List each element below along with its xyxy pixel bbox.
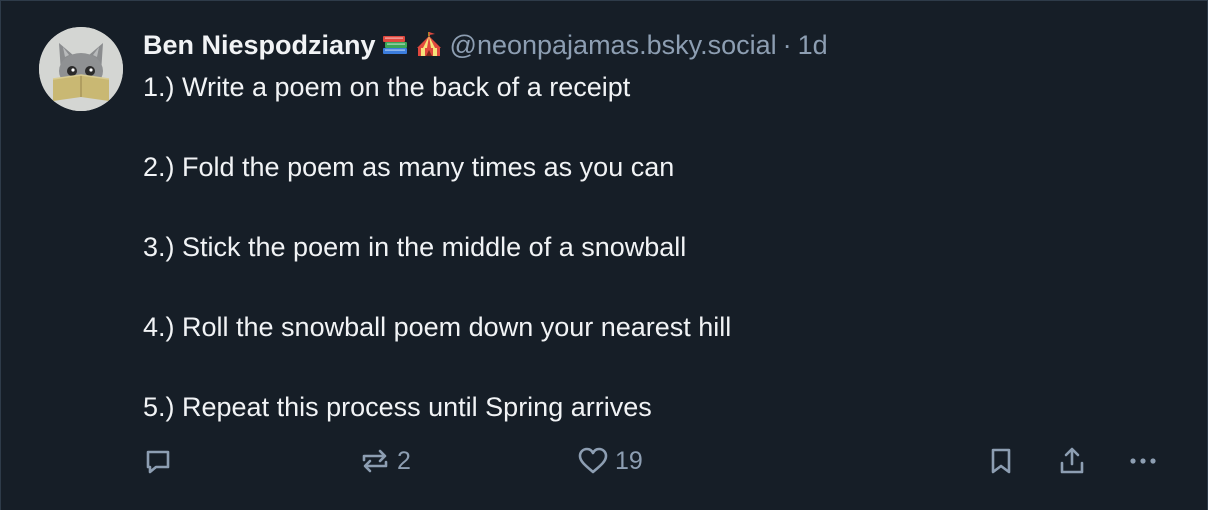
like-count: 19 <box>615 446 643 475</box>
repost-count: 2 <box>397 446 411 475</box>
avatar[interactable] <box>39 27 123 111</box>
share-icon <box>1057 446 1087 476</box>
post-line: 4.) Roll the snowball poem down your nea… <box>143 312 732 342</box>
books-icon <box>380 30 410 67</box>
reply-bubble-icon <box>143 446 173 476</box>
share-button[interactable] <box>1057 441 1087 481</box>
post-line: 1.) Write a poem on the back of a receip… <box>143 72 631 102</box>
author-display-name[interactable]: Ben Niespodziany <box>143 30 376 60</box>
post-timestamp[interactable]: 1d <box>798 30 828 60</box>
bookmark-button[interactable] <box>987 441 1015 481</box>
circus-tent-icon <box>414 30 444 67</box>
post-content: Ben Niespodziany @neonpajamas.bsky.socia… <box>143 27 1167 427</box>
post-line: 3.) Stick the poem in the middle of a sn… <box>143 232 687 262</box>
author-handle[interactable]: @neonpajamas.bsky.social <box>450 30 777 60</box>
heart-icon <box>577 446 609 476</box>
repost-icon <box>359 446 391 476</box>
line-spacer <box>143 347 1167 387</box>
post-line: 5.) Repeat this process until Spring arr… <box>143 392 652 422</box>
line-spacer <box>143 187 1167 227</box>
post-actions: 2 19 <box>143 441 1169 481</box>
repost-button[interactable]: 2 <box>359 441 411 481</box>
more-options-button[interactable] <box>1127 441 1159 481</box>
like-button[interactable]: 19 <box>577 441 643 481</box>
line-spacer <box>143 107 1167 147</box>
more-dots-icon <box>1127 446 1159 476</box>
post-text: 1.) Write a poem on the back of a receip… <box>143 67 1167 427</box>
avatar-image <box>39 27 123 111</box>
separator-dot: · <box>782 30 792 60</box>
line-spacer <box>143 267 1167 307</box>
post-line: 2.) Fold the poem as many times as you c… <box>143 152 675 182</box>
bookmark-icon <box>987 446 1015 476</box>
reply-button[interactable] <box>143 441 179 481</box>
post-card[interactable]: Ben Niespodziany @neonpajamas.bsky.socia… <box>0 0 1208 510</box>
post-header: Ben Niespodziany @neonpajamas.bsky.socia… <box>143 27 1167 63</box>
